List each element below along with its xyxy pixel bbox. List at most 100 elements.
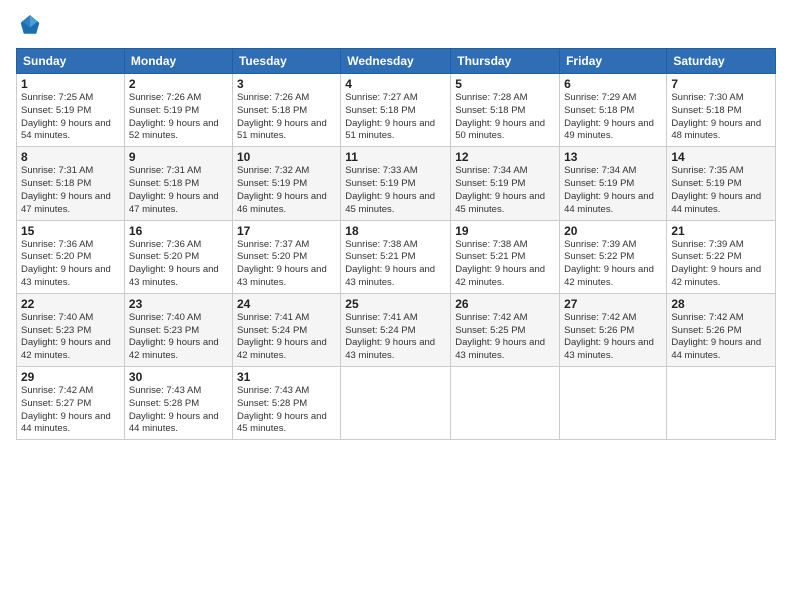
- day-info: Sunrise: 7:34 AM Sunset: 5:19 PM Dayligh…: [564, 165, 662, 216]
- day-info: Sunrise: 7:33 AM Sunset: 5:19 PM Dayligh…: [345, 165, 446, 216]
- calendar-header-friday: Friday: [560, 49, 667, 74]
- calendar-header-saturday: Saturday: [667, 49, 776, 74]
- day-number: 7: [671, 77, 771, 91]
- calendar-day-cell: 23 Sunrise: 7:40 AM Sunset: 5:23 PM Dayl…: [124, 293, 232, 366]
- day-info: Sunrise: 7:39 AM Sunset: 5:22 PM Dayligh…: [564, 239, 662, 290]
- calendar-day-cell: 26 Sunrise: 7:42 AM Sunset: 5:25 PM Dayl…: [451, 293, 560, 366]
- calendar-header-monday: Monday: [124, 49, 232, 74]
- calendar-table: SundayMondayTuesdayWednesdayThursdayFrid…: [16, 48, 776, 440]
- day-number: 13: [564, 150, 662, 164]
- day-info: Sunrise: 7:42 AM Sunset: 5:25 PM Dayligh…: [455, 312, 555, 363]
- day-info: Sunrise: 7:31 AM Sunset: 5:18 PM Dayligh…: [21, 165, 120, 216]
- day-number: 4: [345, 77, 446, 91]
- day-info: Sunrise: 7:42 AM Sunset: 5:26 PM Dayligh…: [671, 312, 771, 363]
- calendar-day-cell: 19 Sunrise: 7:38 AM Sunset: 5:21 PM Dayl…: [451, 220, 560, 293]
- calendar-day-cell: 13 Sunrise: 7:34 AM Sunset: 5:19 PM Dayl…: [560, 147, 667, 220]
- calendar-day-cell: 20 Sunrise: 7:39 AM Sunset: 5:22 PM Dayl…: [560, 220, 667, 293]
- calendar-day-cell: 12 Sunrise: 7:34 AM Sunset: 5:19 PM Dayl…: [451, 147, 560, 220]
- calendar-day-cell: 15 Sunrise: 7:36 AM Sunset: 5:20 PM Dayl…: [17, 220, 125, 293]
- day-number: 17: [237, 224, 336, 238]
- day-info: Sunrise: 7:37 AM Sunset: 5:20 PM Dayligh…: [237, 239, 336, 290]
- calendar-week-row: 15 Sunrise: 7:36 AM Sunset: 5:20 PM Dayl…: [17, 220, 776, 293]
- day-number: 31: [237, 370, 336, 384]
- calendar-week-row: 29 Sunrise: 7:42 AM Sunset: 5:27 PM Dayl…: [17, 367, 776, 440]
- day-info: Sunrise: 7:43 AM Sunset: 5:28 PM Dayligh…: [237, 385, 336, 436]
- day-info: Sunrise: 7:38 AM Sunset: 5:21 PM Dayligh…: [455, 239, 555, 290]
- day-info: Sunrise: 7:36 AM Sunset: 5:20 PM Dayligh…: [129, 239, 228, 290]
- day-number: 21: [671, 224, 771, 238]
- day-info: Sunrise: 7:32 AM Sunset: 5:19 PM Dayligh…: [237, 165, 336, 216]
- day-info: Sunrise: 7:34 AM Sunset: 5:19 PM Dayligh…: [455, 165, 555, 216]
- calendar-day-cell: 24 Sunrise: 7:41 AM Sunset: 5:24 PM Dayl…: [232, 293, 340, 366]
- day-number: 26: [455, 297, 555, 311]
- calendar-day-cell: 21 Sunrise: 7:39 AM Sunset: 5:22 PM Dayl…: [667, 220, 776, 293]
- calendar-day-cell: 10 Sunrise: 7:32 AM Sunset: 5:19 PM Dayl…: [232, 147, 340, 220]
- day-number: 19: [455, 224, 555, 238]
- calendar-header-wednesday: Wednesday: [341, 49, 451, 74]
- day-number: 20: [564, 224, 662, 238]
- day-info: Sunrise: 7:27 AM Sunset: 5:18 PM Dayligh…: [345, 92, 446, 143]
- day-info: Sunrise: 7:35 AM Sunset: 5:19 PM Dayligh…: [671, 165, 771, 216]
- calendar-day-cell: 2 Sunrise: 7:26 AM Sunset: 5:19 PM Dayli…: [124, 74, 232, 147]
- day-number: 23: [129, 297, 228, 311]
- day-number: 22: [21, 297, 120, 311]
- calendar-header-tuesday: Tuesday: [232, 49, 340, 74]
- calendar-day-cell: 1 Sunrise: 7:25 AM Sunset: 5:19 PM Dayli…: [17, 74, 125, 147]
- day-number: 29: [21, 370, 120, 384]
- empty-cell: [341, 367, 451, 440]
- day-info: Sunrise: 7:30 AM Sunset: 5:18 PM Dayligh…: [671, 92, 771, 143]
- calendar-day-cell: 9 Sunrise: 7:31 AM Sunset: 5:18 PM Dayli…: [124, 147, 232, 220]
- calendar-day-cell: 14 Sunrise: 7:35 AM Sunset: 5:19 PM Dayl…: [667, 147, 776, 220]
- day-number: 10: [237, 150, 336, 164]
- day-number: 24: [237, 297, 336, 311]
- calendar-week-row: 8 Sunrise: 7:31 AM Sunset: 5:18 PM Dayli…: [17, 147, 776, 220]
- day-info: Sunrise: 7:41 AM Sunset: 5:24 PM Dayligh…: [237, 312, 336, 363]
- day-number: 1: [21, 77, 120, 91]
- day-number: 9: [129, 150, 228, 164]
- calendar-day-cell: 22 Sunrise: 7:40 AM Sunset: 5:23 PM Dayl…: [17, 293, 125, 366]
- day-number: 12: [455, 150, 555, 164]
- calendar-day-cell: 16 Sunrise: 7:36 AM Sunset: 5:20 PM Dayl…: [124, 220, 232, 293]
- calendar-day-cell: 27 Sunrise: 7:42 AM Sunset: 5:26 PM Dayl…: [560, 293, 667, 366]
- day-info: Sunrise: 7:38 AM Sunset: 5:21 PM Dayligh…: [345, 239, 446, 290]
- day-info: Sunrise: 7:42 AM Sunset: 5:26 PM Dayligh…: [564, 312, 662, 363]
- day-info: Sunrise: 7:36 AM Sunset: 5:20 PM Dayligh…: [21, 239, 120, 290]
- calendar-day-cell: 30 Sunrise: 7:43 AM Sunset: 5:28 PM Dayl…: [124, 367, 232, 440]
- day-info: Sunrise: 7:29 AM Sunset: 5:18 PM Dayligh…: [564, 92, 662, 143]
- day-info: Sunrise: 7:40 AM Sunset: 5:23 PM Dayligh…: [21, 312, 120, 363]
- calendar-day-cell: 6 Sunrise: 7:29 AM Sunset: 5:18 PM Dayli…: [560, 74, 667, 147]
- calendar-body: 1 Sunrise: 7:25 AM Sunset: 5:19 PM Dayli…: [17, 74, 776, 440]
- calendar-day-cell: 3 Sunrise: 7:26 AM Sunset: 5:18 PM Dayli…: [232, 74, 340, 147]
- calendar-day-cell: 17 Sunrise: 7:37 AM Sunset: 5:20 PM Dayl…: [232, 220, 340, 293]
- day-number: 5: [455, 77, 555, 91]
- empty-cell: [451, 367, 560, 440]
- page-header: [16, 12, 776, 40]
- calendar-day-cell: 29 Sunrise: 7:42 AM Sunset: 5:27 PM Dayl…: [17, 367, 125, 440]
- day-number: 16: [129, 224, 228, 238]
- day-info: Sunrise: 7:26 AM Sunset: 5:19 PM Dayligh…: [129, 92, 228, 143]
- day-number: 14: [671, 150, 771, 164]
- calendar-week-row: 1 Sunrise: 7:25 AM Sunset: 5:19 PM Dayli…: [17, 74, 776, 147]
- calendar-header-row: SundayMondayTuesdayWednesdayThursdayFrid…: [17, 49, 776, 74]
- day-info: Sunrise: 7:43 AM Sunset: 5:28 PM Dayligh…: [129, 385, 228, 436]
- calendar-day-cell: 8 Sunrise: 7:31 AM Sunset: 5:18 PM Dayli…: [17, 147, 125, 220]
- calendar-header-sunday: Sunday: [17, 49, 125, 74]
- calendar-day-cell: 11 Sunrise: 7:33 AM Sunset: 5:19 PM Dayl…: [341, 147, 451, 220]
- day-number: 28: [671, 297, 771, 311]
- day-number: 8: [21, 150, 120, 164]
- calendar-week-row: 22 Sunrise: 7:40 AM Sunset: 5:23 PM Dayl…: [17, 293, 776, 366]
- calendar-day-cell: 28 Sunrise: 7:42 AM Sunset: 5:26 PM Dayl…: [667, 293, 776, 366]
- day-info: Sunrise: 7:31 AM Sunset: 5:18 PM Dayligh…: [129, 165, 228, 216]
- calendar-day-cell: 18 Sunrise: 7:38 AM Sunset: 5:21 PM Dayl…: [341, 220, 451, 293]
- day-info: Sunrise: 7:41 AM Sunset: 5:24 PM Dayligh…: [345, 312, 446, 363]
- day-number: 30: [129, 370, 228, 384]
- calendar-day-cell: 25 Sunrise: 7:41 AM Sunset: 5:24 PM Dayl…: [341, 293, 451, 366]
- calendar-day-cell: 4 Sunrise: 7:27 AM Sunset: 5:18 PM Dayli…: [341, 74, 451, 147]
- calendar-day-cell: 7 Sunrise: 7:30 AM Sunset: 5:18 PM Dayli…: [667, 74, 776, 147]
- day-info: Sunrise: 7:28 AM Sunset: 5:18 PM Dayligh…: [455, 92, 555, 143]
- calendar-day-cell: 31 Sunrise: 7:43 AM Sunset: 5:28 PM Dayl…: [232, 367, 340, 440]
- empty-cell: [667, 367, 776, 440]
- day-number: 2: [129, 77, 228, 91]
- day-number: 11: [345, 150, 446, 164]
- day-number: 15: [21, 224, 120, 238]
